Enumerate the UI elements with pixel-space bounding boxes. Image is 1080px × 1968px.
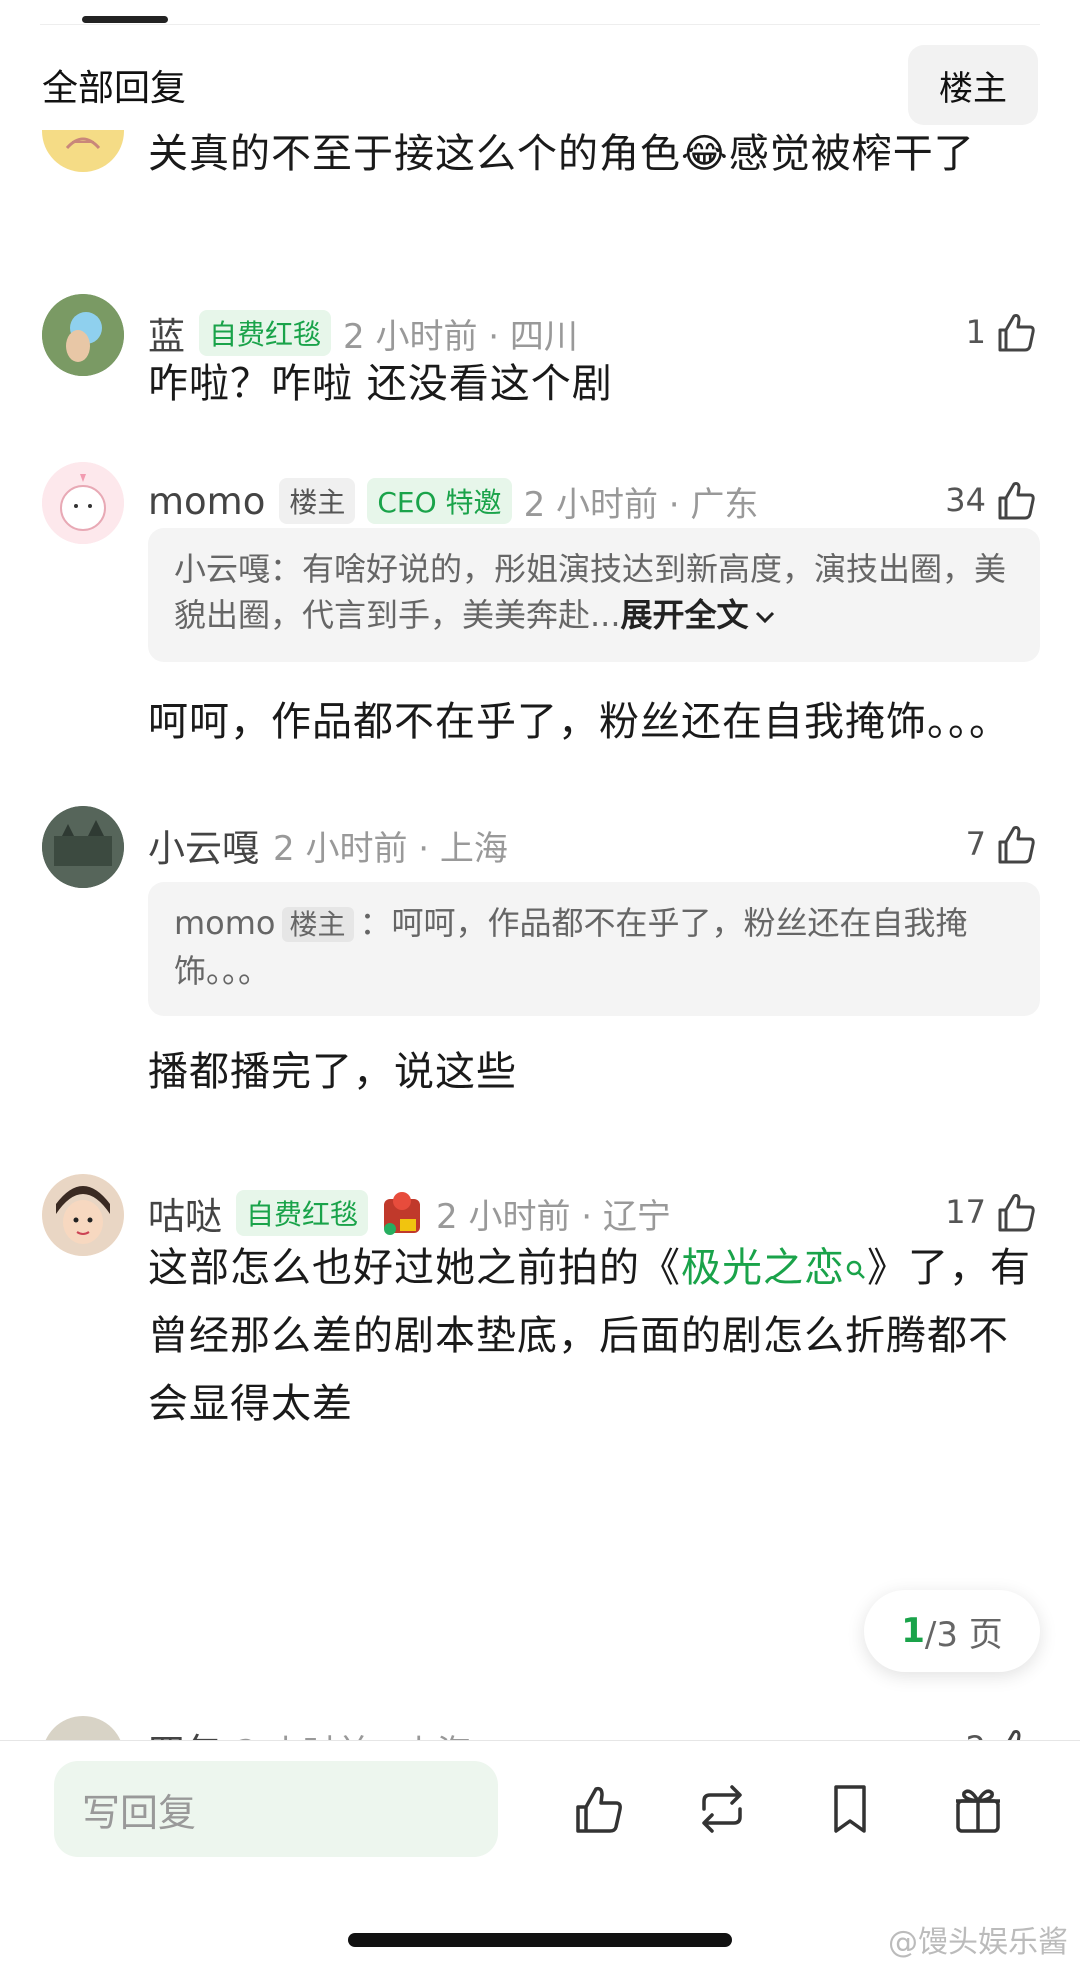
thumbs-up-icon [998, 482, 1035, 520]
top-tab-indicator [82, 16, 168, 23]
like-button[interactable]: 34 [945, 476, 1040, 524]
thumbs-up-icon[interactable] [568, 1779, 628, 1839]
thumbs-up-icon [998, 314, 1035, 352]
thumbs-up-icon [1007, 1730, 1021, 1740]
avatar[interactable] [42, 1174, 124, 1256]
like-button[interactable]: 2 [966, 1724, 1040, 1740]
quote-author: 小云嘎： [174, 550, 303, 588]
comment-text: 这部怎么也好过她之前拍的《极光之恋 》了，有曾经那么差的剧本垫底，后面的剧怎么折腾… [148, 1245, 1031, 1427]
bottom-action-bar: 写回复 @馒头娱乐酱 [0, 1741, 1080, 1968]
quoted-comment[interactable]: 小云嘎：有啥好说的，彤姐演技达到新高度，演技出圈，美貌出圈，代言到手，美美奔赴.… [148, 528, 1040, 662]
comment-meta: 四包 2 小时前 · 上海 [148, 1724, 1040, 1740]
like-count: 1 [965, 313, 986, 351]
home-indicator[interactable] [348, 1933, 732, 1947]
page-indicator[interactable]: 1/3 页 [864, 1590, 1040, 1672]
reply-input[interactable]: 写回复 [54, 1761, 498, 1857]
author-name[interactable]: 咕哒 [148, 1186, 222, 1240]
chevron-down-icon [755, 611, 774, 624]
author-name[interactable]: 四包 [148, 1722, 222, 1740]
comment-text: 呵呵，作品都不在乎了，粉丝还在自我掩饰。。。 [148, 699, 1010, 745]
quote-author: momo [174, 904, 276, 942]
time-location: 2 小时前 · 上海 [273, 828, 508, 869]
like-count: 34 [945, 481, 986, 519]
comment-meta: momo 楼主 CEO 特邀 2 小时前 · 广东 [148, 476, 1040, 526]
time-location: 2 小时前 · 上海 [236, 1725, 471, 1741]
owner-badge: 楼主 [281, 907, 354, 942]
top-divider [40, 24, 1040, 25]
comment-text: 关真的不至于接这么个的角色😂感觉被榨干了 [148, 131, 975, 177]
time-location: 2 小时前 · 辽宁 [436, 1196, 671, 1237]
owner-filter-button[interactable]: 楼主 [908, 45, 1038, 125]
badge: CEO 特邀 [367, 478, 512, 524]
author-name[interactable]: momo [148, 480, 265, 523]
avatar[interactable] [42, 462, 124, 544]
time-location: 2 小时前 · 广东 [523, 484, 759, 525]
avatar[interactable] [42, 806, 124, 888]
current-page: 1 [901, 1611, 925, 1651]
gift-icon[interactable] [948, 1779, 1008, 1839]
comment-feed[interactable]: 关真的不至于接这么个的角色😂感觉被榨干了 蓝 自费红毯 2 小时前 · 四川 1… [0, 130, 1080, 1740]
comment-meta: 小云嘎 2 小时前 · 上海 [148, 820, 1040, 870]
replies-header: 全部回复 楼主 [0, 40, 1080, 130]
like-button[interactable]: 7 [966, 820, 1040, 868]
like-count: 2 [966, 1729, 986, 1740]
repost-icon[interactable] [692, 1779, 752, 1839]
avatar[interactable] [42, 1716, 124, 1740]
thumbs-up-icon [998, 1194, 1035, 1232]
owner-badge: 楼主 [279, 478, 356, 524]
watermark: @馒头娱乐酱 [888, 1925, 1068, 1960]
search-icon [846, 1260, 865, 1279]
topic-link[interactable]: 极光之恋 [681, 1245, 867, 1291]
comment-text: 咋啦？咋啦 还没看这个剧 [148, 361, 613, 407]
like-count: 17 [945, 1193, 986, 1231]
sticker-icon [384, 1192, 421, 1235]
page-title: 全部回复 [42, 68, 187, 109]
comment-meta: 咕哒 自费红毯 2 小时前 · 辽宁 [148, 1188, 1040, 1238]
badge: 自费红毯 [236, 1190, 369, 1236]
avatar[interactable] [42, 294, 124, 376]
like-button[interactable]: 17 [945, 1188, 1040, 1236]
bookmark-icon[interactable] [820, 1779, 880, 1839]
thumbs-up-icon [998, 826, 1035, 864]
expand-full-text[interactable]: 展开全文 [621, 596, 777, 634]
comment-text: 播都播完了，说这些 [148, 1049, 517, 1095]
total-pages: /3 页 [924, 1614, 1003, 1655]
avatar[interactable] [42, 130, 124, 172]
quoted-comment[interactable]: momo 楼主 ：呵呵，作品都不在乎了，粉丝还在自我掩饰。。。 [148, 882, 1040, 1016]
like-button[interactable]: 1 [966, 308, 1040, 356]
like-count: 7 [965, 825, 986, 863]
author-name[interactable]: 小云嘎 [148, 818, 259, 872]
